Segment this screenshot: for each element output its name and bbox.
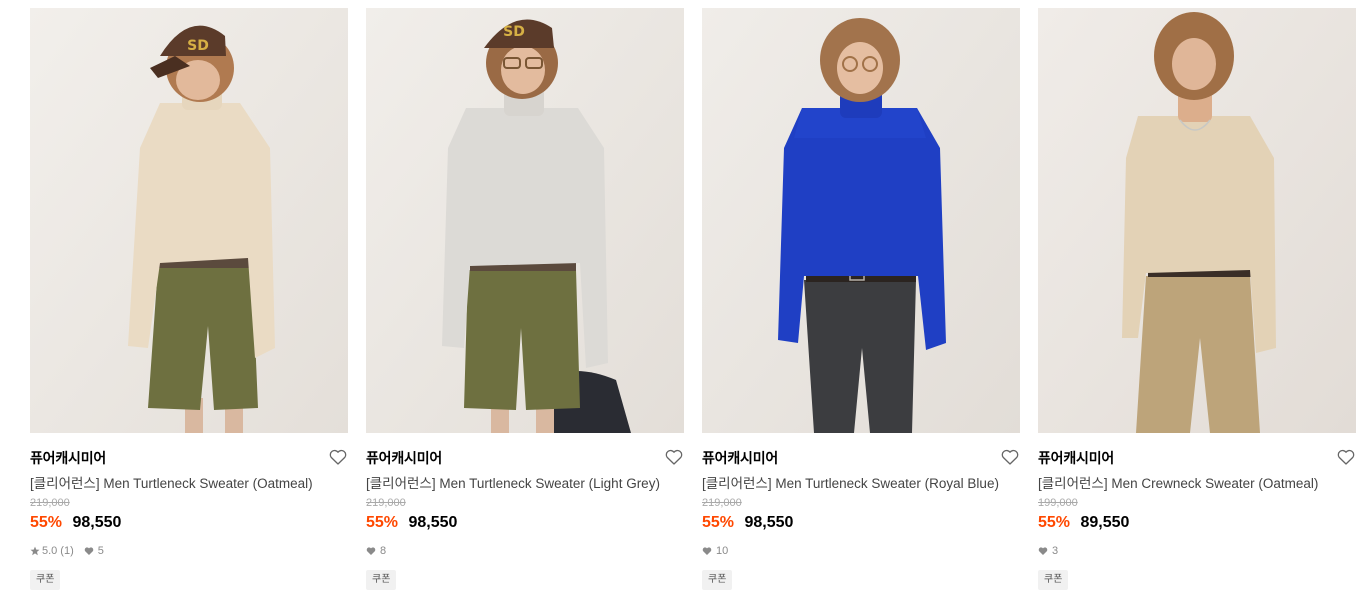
sale-price: 98,550	[744, 514, 794, 531]
brand-row: 퓨어캐시미어	[30, 447, 348, 467]
heart-icon	[702, 546, 712, 556]
product-card[interactable]: SD 퓨어캐시미어 [클리어런스] Men Turtleneck Sweater…	[366, 8, 684, 608]
discount-rate: 55%	[702, 514, 735, 531]
brand-row: 퓨어캐시미어	[702, 447, 1020, 467]
product-photo-oatmeal-turtleneck: SD	[30, 8, 348, 433]
product-photo-grey-turtleneck: SD	[366, 8, 684, 433]
review-count: (1)	[60, 545, 74, 557]
product-meta: 8	[366, 545, 396, 557]
product-meta: 5.0 (1) 5	[30, 545, 114, 557]
coupon-badge: 쿠폰	[702, 570, 733, 590]
like-count: 3	[1052, 545, 1059, 557]
sale-price: 98,550	[72, 514, 122, 531]
brand-name[interactable]: 퓨어캐시미어	[702, 448, 778, 468]
product-name[interactable]: [클리어런스] Men Turtleneck Sweater (Royal Bl…	[702, 472, 1020, 492]
wishlist-heart-icon[interactable]	[664, 447, 684, 467]
original-price: 219,000	[366, 497, 406, 509]
like-count: 5	[97, 545, 104, 557]
svg-text:SD: SD	[187, 38, 209, 54]
product-grid: SD 퓨어캐시미어 [클리어런스] Men Turtleneck Sweater…	[30, 8, 1356, 608]
heart-icon	[1038, 546, 1048, 556]
original-price: 219,000	[30, 497, 70, 509]
discount-rate: 55%	[366, 514, 399, 531]
like-count: 8	[380, 545, 387, 557]
product-meta: 10	[702, 545, 738, 557]
likes-group: 5	[84, 545, 104, 557]
price-row: 55% 89,550	[1038, 514, 1129, 532]
likes-group: 8	[366, 545, 386, 557]
brand-name[interactable]: 퓨어캐시미어	[1038, 448, 1114, 468]
brand-row: 퓨어캐시미어	[1038, 447, 1356, 467]
product-image[interactable]	[1038, 8, 1356, 433]
rating-group: 5.0 (1)	[30, 545, 74, 557]
product-image[interactable]: SD	[30, 8, 348, 433]
product-image[interactable]	[702, 8, 1020, 433]
product-card[interactable]: SD 퓨어캐시미어 [클리어런스] Men Turtleneck Sweater…	[30, 8, 348, 608]
product-name[interactable]: [클리어런스] Men Crewneck Sweater (Oatmeal)	[1038, 472, 1356, 492]
svg-text:SD: SD	[503, 24, 525, 40]
heart-icon	[84, 546, 94, 556]
wishlist-heart-icon[interactable]	[328, 447, 348, 467]
price-row: 55% 98,550	[30, 514, 121, 532]
brand-row: 퓨어캐시미어	[366, 447, 684, 467]
sale-price: 89,550	[1080, 514, 1130, 531]
original-price: 199,000	[1038, 497, 1078, 509]
discount-rate: 55%	[30, 514, 63, 531]
price-row: 55% 98,550	[702, 514, 793, 532]
product-meta: 3	[1038, 545, 1068, 557]
coupon-badge: 쿠폰	[366, 570, 397, 590]
coupon-badge: 쿠폰	[30, 570, 61, 590]
product-photo-oatmeal-crewneck	[1038, 8, 1356, 433]
sale-price: 98,550	[408, 514, 458, 531]
brand-name[interactable]: 퓨어캐시미어	[30, 448, 106, 468]
price-row: 55% 98,550	[366, 514, 457, 532]
product-name[interactable]: [클리어런스] Men Turtleneck Sweater (Light Gr…	[366, 472, 684, 492]
heart-icon	[366, 546, 376, 556]
brand-name[interactable]: 퓨어캐시미어	[366, 448, 442, 468]
coupon-badge: 쿠폰	[1038, 570, 1069, 590]
star-icon	[30, 546, 40, 556]
wishlist-heart-icon[interactable]	[1000, 447, 1020, 467]
likes-group: 10	[702, 545, 728, 557]
original-price: 219,000	[702, 497, 742, 509]
product-name[interactable]: [클리어런스] Men Turtleneck Sweater (Oatmeal)	[30, 472, 348, 492]
product-card[interactable]: 퓨어캐시미어 [클리어런스] Men Crewneck Sweater (Oat…	[1038, 8, 1356, 608]
product-image[interactable]: SD	[366, 8, 684, 433]
product-photo-blue-turtleneck	[702, 8, 1020, 433]
product-card[interactable]: 퓨어캐시미어 [클리어런스] Men Turtleneck Sweater (R…	[702, 8, 1020, 608]
wishlist-heart-icon[interactable]	[1336, 447, 1356, 467]
discount-rate: 55%	[1038, 514, 1071, 531]
rating-value: 5.0	[42, 545, 58, 557]
like-count: 10	[716, 545, 729, 557]
likes-group: 3	[1038, 545, 1058, 557]
